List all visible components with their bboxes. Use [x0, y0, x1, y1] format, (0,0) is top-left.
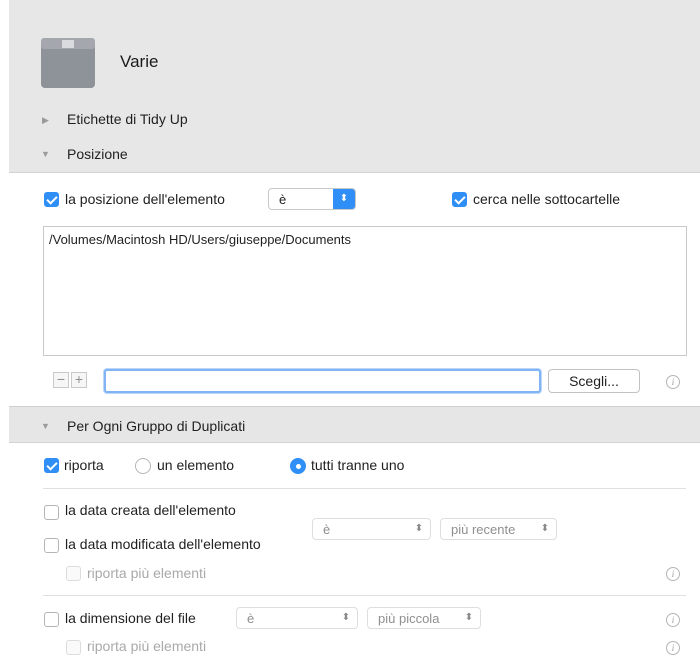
- subfolders-label: cerca nelle sottocartelle: [473, 191, 621, 207]
- chevron-updown-icon: ⬍: [540, 523, 550, 534]
- radio-all-but-one-label: tutti tranne uno: [311, 457, 405, 473]
- divider: [43, 595, 686, 596]
- radio-one-element[interactable]: [135, 458, 151, 474]
- info-icon[interactable]: i: [666, 567, 680, 581]
- tidy-up-labels-group[interactable]: Etichette di Tidy Up: [67, 111, 188, 127]
- duplicates-group-label[interactable]: Per Ogni Gruppo di Duplicati: [67, 418, 245, 434]
- size-value-select[interactable]: più piccola ⬍: [367, 607, 481, 629]
- path-input[interactable]: [104, 369, 541, 393]
- path-entry: /Volumes/Macintosh HD/Users/giuseppe/Doc…: [49, 232, 352, 247]
- info-icon[interactable]: i: [666, 375, 680, 389]
- report-more-label-2: riporta più elementi: [87, 638, 207, 654]
- paths-list[interactable]: /Volumes/Macintosh HD/Users/giuseppe/Doc…: [43, 226, 687, 356]
- chevron-updown-icon: ⬍: [341, 612, 351, 623]
- created-date-label: la data creata dell'elemento: [65, 502, 236, 518]
- disclosure-right-icon[interactable]: ▶: [42, 115, 49, 126]
- modified-date-checkbox[interactable]: [44, 538, 59, 553]
- subfolders-checkbox[interactable]: [452, 192, 467, 207]
- location-operator-value: è: [279, 192, 287, 207]
- radio-all-but-one[interactable]: [290, 458, 306, 474]
- report-checkbox[interactable]: [44, 458, 59, 473]
- report-more-label-1: riporta più elementi: [87, 565, 207, 581]
- location-checkbox[interactable]: [44, 192, 59, 207]
- info-icon[interactable]: i: [666, 613, 680, 627]
- choose-button[interactable]: Scegli...: [548, 369, 640, 393]
- divider: [43, 488, 686, 489]
- report-more-checkbox-2[interactable]: [66, 640, 81, 655]
- location-operator-select[interactable]: è ⬍: [268, 188, 356, 210]
- size-value: più piccola: [378, 611, 440, 626]
- created-date-checkbox[interactable]: [44, 505, 59, 520]
- disclosure-down-icon[interactable]: ▼: [41, 149, 50, 159]
- file-size-checkbox[interactable]: [44, 612, 59, 627]
- page-title: Varie: [120, 52, 159, 71]
- box-icon: [41, 38, 95, 88]
- date-operator-select[interactable]: è ⬍: [312, 518, 431, 540]
- remove-path-button[interactable]: −: [53, 372, 69, 388]
- file-size-label: la dimensione del file: [65, 610, 196, 626]
- date-value-select[interactable]: più recente ⬍: [440, 518, 557, 540]
- radio-one-element-label: un elemento: [157, 457, 235, 473]
- size-operator-select[interactable]: è ⬍: [236, 607, 358, 629]
- date-operator-value: è: [323, 522, 331, 537]
- location-label: la posizione dell'elemento: [65, 191, 225, 207]
- report-more-checkbox-1[interactable]: [66, 566, 81, 581]
- report-label: riporta: [64, 457, 104, 473]
- disclosure-down-icon[interactable]: ▼: [41, 421, 50, 431]
- modified-date-label: la data modificata dell'elemento: [65, 536, 261, 552]
- info-icon[interactable]: i: [666, 641, 680, 655]
- size-operator-value: è: [247, 611, 255, 626]
- chevron-updown-icon: ⬍: [464, 612, 474, 623]
- add-path-button[interactable]: +: [71, 372, 87, 388]
- chevron-updown-icon: ⬍: [333, 189, 355, 209]
- date-value: più recente: [451, 522, 516, 537]
- chevron-updown-icon: ⬍: [414, 523, 424, 534]
- position-group[interactable]: Posizione: [67, 146, 128, 162]
